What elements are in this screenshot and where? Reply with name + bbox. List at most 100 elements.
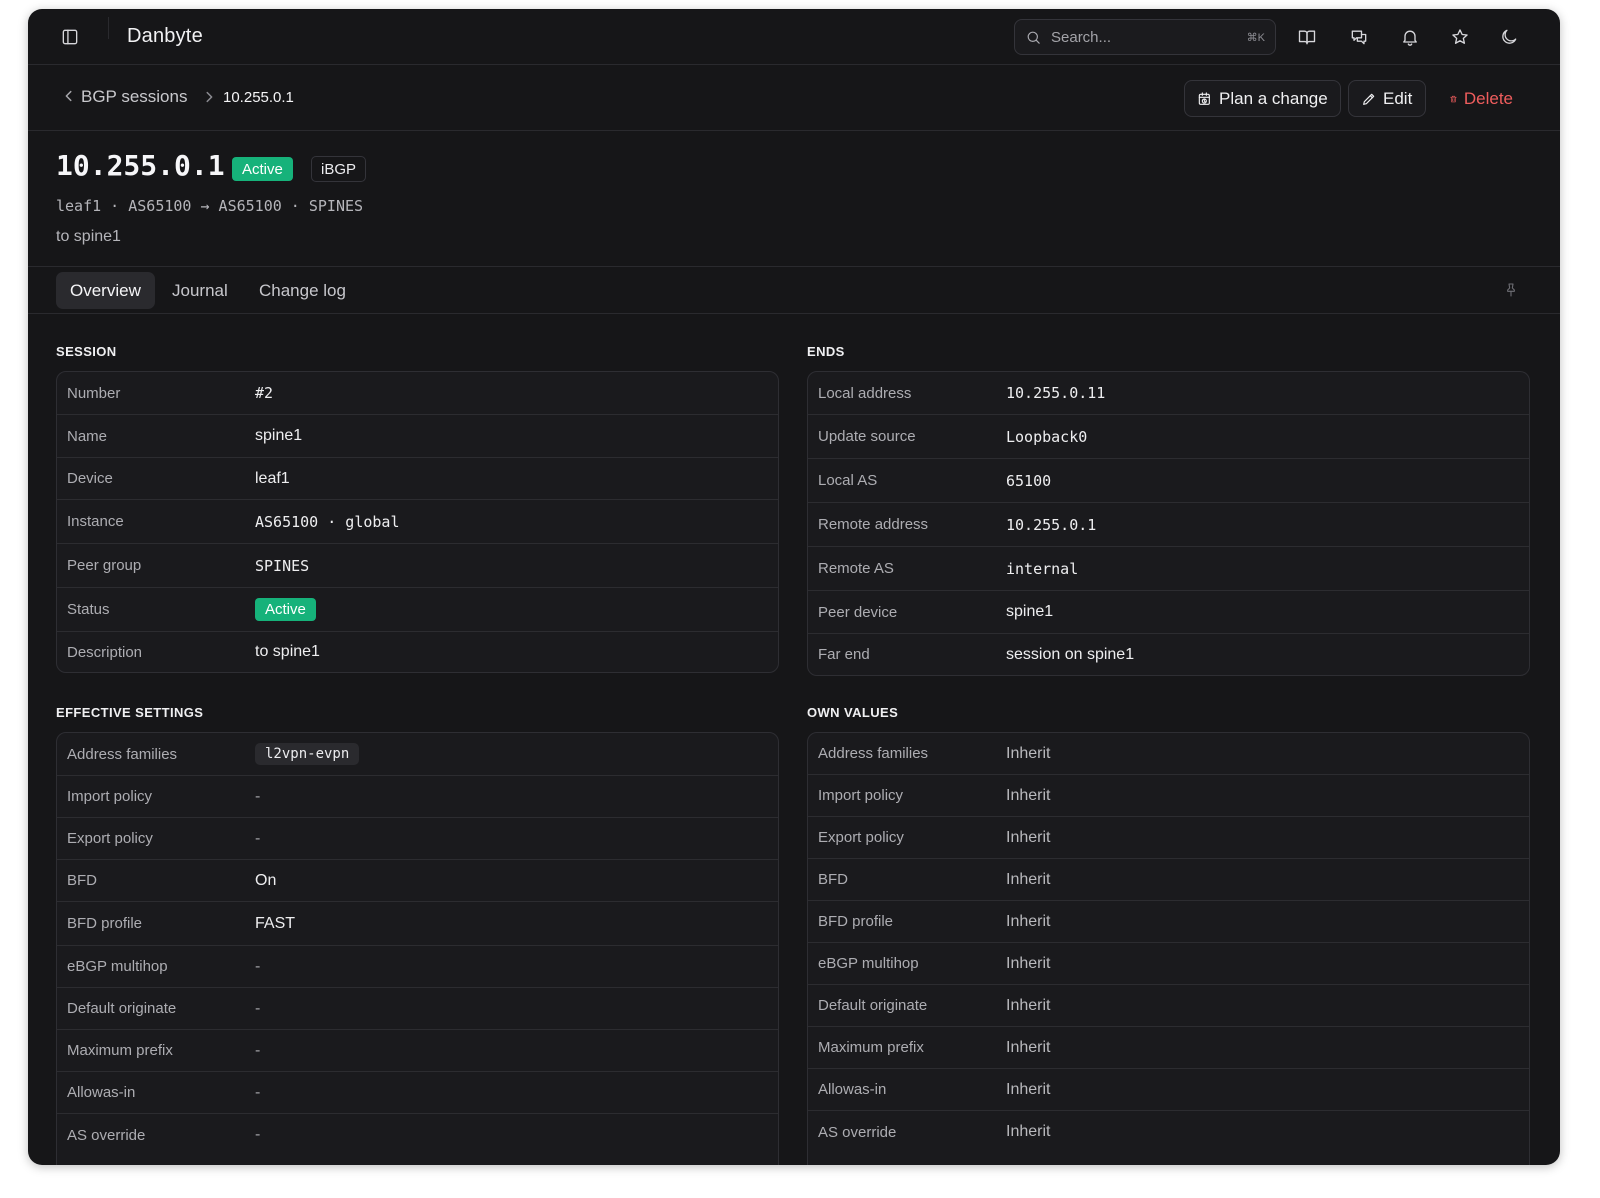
moon-icon[interactable] <box>1493 21 1525 53</box>
breadcrumb-current: 10.255.0.1 <box>223 89 294 106</box>
tab-overview[interactable]: Overview <box>56 272 155 309</box>
pencil-icon <box>1363 93 1375 105</box>
table-row: eBGP multihop Inherit <box>808 943 1529 985</box>
page-title: 10.255.0.1 <box>56 149 225 182</box>
row-value: Inherit <box>1006 1080 1051 1098</box>
table-row: Address families Inherit <box>808 733 1529 775</box>
search-icon <box>1027 31 1040 44</box>
table-row: Import policy Inherit <box>808 775 1529 817</box>
tab-change-log[interactable]: Change log <box>245 272 360 309</box>
ends-section-title: ENDS <box>807 344 845 359</box>
table-row: Update source Loopback0 <box>808 415 1529 459</box>
row-value: Inherit <box>1006 1123 1051 1140</box>
row-label: Allowas-in <box>67 1084 136 1101</box>
row-value: 65100 <box>1006 471 1052 490</box>
search-input[interactable]: Search... ⌘K <box>1014 19 1276 55</box>
row-value: Inherit <box>1006 744 1051 762</box>
table-row: BFD profile Inherit <box>808 901 1529 943</box>
session-type-badge: iBGP <box>311 156 367 182</box>
table-row: AS override Inherit <box>808 1111 1529 1153</box>
table-row: Number #2 <box>57 372 778 415</box>
table-row: Instance AS65100 · global <box>57 500 778 544</box>
row-value: 10.255.0.1 <box>1006 515 1097 534</box>
row-label: Allowas-in <box>818 1081 887 1098</box>
row-label: Status <box>67 601 110 618</box>
page-description: to spine1 <box>56 228 121 245</box>
effective-panel: Address families l2vpn-evpn Import polic… <box>56 732 779 1165</box>
delete-label: Delete <box>1463 88 1513 108</box>
row-value: Inherit <box>1006 912 1051 930</box>
peer-group-link[interactable]: SPINES <box>255 557 309 575</box>
sidebar-toggle-icon[interactable] <box>54 21 86 53</box>
row-value: Inherit <box>1006 786 1051 804</box>
plan-change-label: Plan a change <box>1219 88 1328 108</box>
table-row: Local AS 65100 <box>808 459 1529 503</box>
chat-icon[interactable] <box>1343 21 1375 53</box>
table-row: Remote AS internal <box>808 547 1529 591</box>
breadcrumb-bar: BGP sessions 10.255.0.1 Plan a change Ed… <box>28 65 1560 131</box>
row-value: - <box>255 787 261 805</box>
star-icon[interactable] <box>1444 21 1476 53</box>
device-link[interactable]: leaf1 <box>255 470 290 488</box>
table-row: BFD On <box>57 860 778 902</box>
row-label: Address families <box>67 745 178 763</box>
table-row: Status Active <box>57 588 778 632</box>
edit-button[interactable]: Edit <box>1348 80 1426 117</box>
table-row: Import policy - <box>57 776 778 818</box>
table-row: Maximum prefix Inherit <box>808 1027 1529 1069</box>
row-label: Maximum prefix <box>67 1042 173 1059</box>
peer-device-link[interactable]: spine1 <box>1006 603 1053 621</box>
row-label: eBGP multihop <box>818 955 919 972</box>
table-row: Maximum prefix - <box>57 1030 778 1072</box>
table-row: Export policy - <box>57 818 778 860</box>
row-label: BFD <box>67 872 97 889</box>
table-row: BFD Inherit <box>808 859 1529 901</box>
breadcrumb-parent-link[interactable]: BGP sessions <box>81 87 187 107</box>
tab-journal[interactable]: Journal <box>158 272 242 309</box>
row-label: AS override <box>67 1126 146 1144</box>
row-value: Inherit <box>1006 870 1051 888</box>
row-label: Remote AS <box>818 560 894 577</box>
edit-label: Edit <box>1383 88 1413 108</box>
row-value: Inherit <box>1006 1038 1051 1056</box>
row-label: BFD profile <box>818 913 894 930</box>
row-label: Default originate <box>818 997 928 1014</box>
table-row: eBGP multihop - <box>57 946 778 988</box>
delete-button[interactable]: Delete <box>1436 80 1526 117</box>
own-values-panel: Address families Inherit Import policy I… <box>807 732 1530 1165</box>
row-label: Description <box>67 643 143 661</box>
chevron-left-icon[interactable] <box>62 89 76 103</box>
table-row: Local address 10.255.0.11 <box>808 372 1529 415</box>
book-icon[interactable] <box>1291 21 1323 53</box>
row-value: #2 <box>255 384 274 402</box>
table-row: BFD profile FAST <box>57 902 778 946</box>
row-label: Local AS <box>818 472 878 489</box>
table-row: Peer device spine1 <box>808 591 1529 634</box>
table-row: Description to spine1 <box>57 632 778 672</box>
row-value: On <box>255 871 277 889</box>
top-divider <box>108 17 109 39</box>
row-label: Peer group <box>67 557 142 574</box>
row-value: Loopback0 <box>1006 427 1088 446</box>
row-label: Local address <box>818 384 912 402</box>
instance-link[interactable]: AS65100 · global <box>255 513 400 531</box>
table-row: Allowas-in Inherit <box>808 1069 1529 1111</box>
session-section-title: SESSION <box>56 344 117 359</box>
plan-change-button[interactable]: Plan a change <box>1184 80 1341 117</box>
table-row: Device leaf1 <box>57 458 778 500</box>
table-row: AS override - <box>57 1114 778 1156</box>
row-value: Inherit <box>1006 828 1051 846</box>
table-row: Default originate - <box>57 988 778 1030</box>
far-end-link[interactable]: session on spine1 <box>1006 646 1134 664</box>
row-label: Import policy <box>67 788 153 805</box>
row-label: Peer device <box>818 603 898 621</box>
row-label: Number <box>67 384 121 402</box>
table-row: Allowas-in - <box>57 1072 778 1114</box>
pin-icon[interactable] <box>1503 282 1519 298</box>
effective-section-title: EFFECTIVE SETTINGS <box>56 705 204 720</box>
row-label: Instance <box>67 513 124 530</box>
row-value: - <box>255 1041 261 1059</box>
bell-icon[interactable] <box>1394 21 1426 53</box>
table-row: Name spine1 <box>57 415 778 458</box>
row-value[interactable]: spine1 <box>255 427 302 445</box>
